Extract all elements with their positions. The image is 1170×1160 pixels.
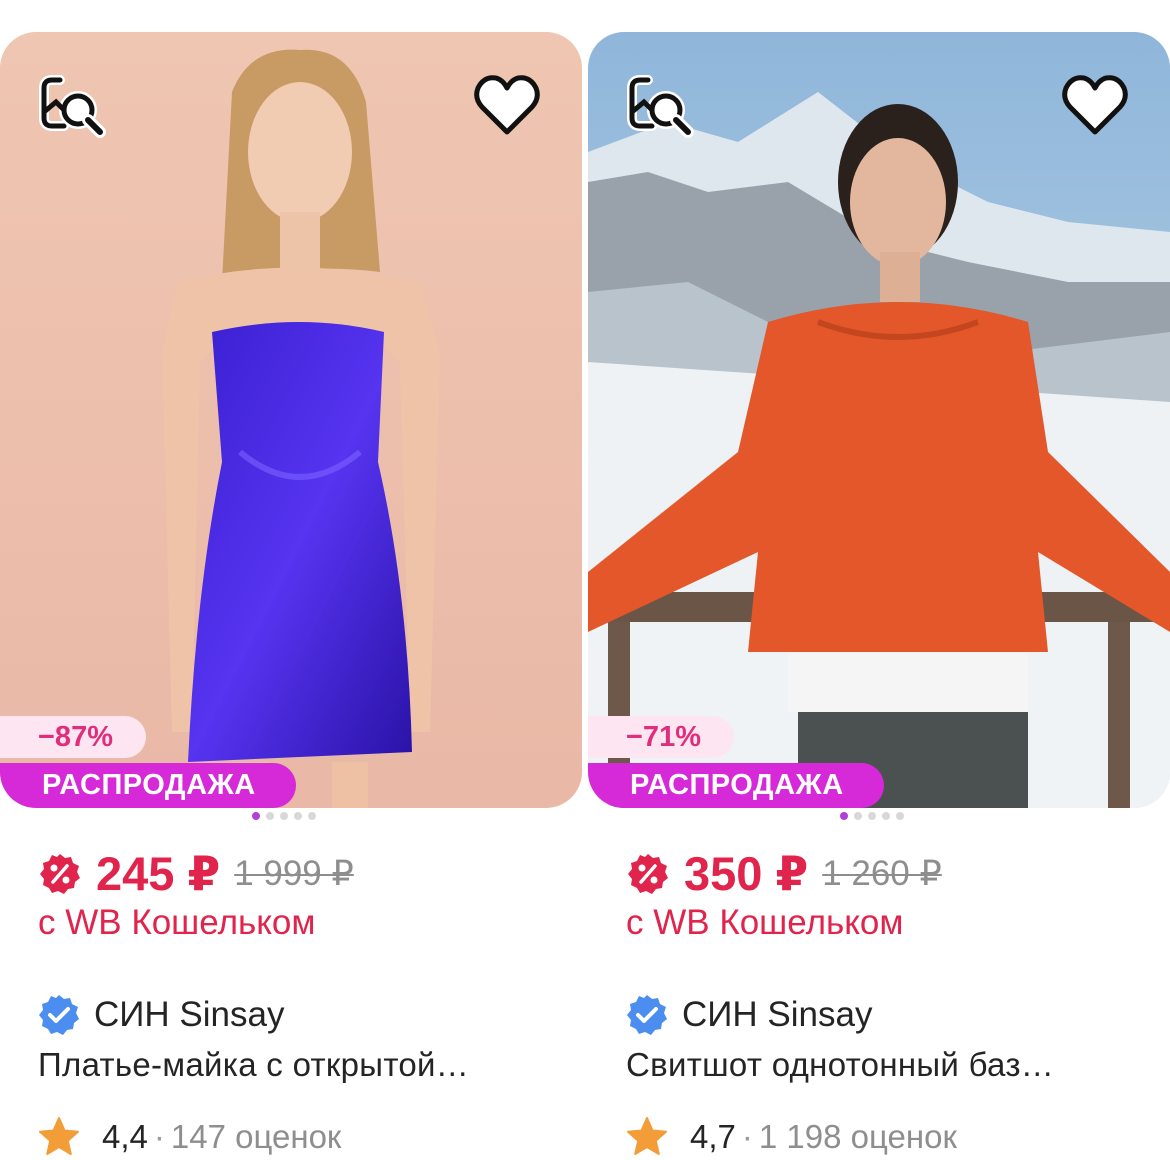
- rating-separator: ·: [741, 1118, 753, 1155]
- find-similar-button[interactable]: [626, 72, 696, 142]
- gallery-dots: [840, 812, 904, 822]
- price-old: 1 260 ₽: [822, 854, 942, 893]
- star-icon: [626, 1116, 668, 1158]
- gallery-dot: [854, 812, 862, 820]
- price-row: 350 ₽ 1 260 ₽: [626, 844, 942, 904]
- review-count: 1 198 оценок: [758, 1118, 957, 1155]
- wallet-discount-icon: [626, 852, 670, 896]
- gallery-dot: [896, 812, 904, 820]
- discount-badge: −87%: [0, 716, 146, 758]
- heart-icon: [474, 75, 540, 135]
- brand-name: СИН Sinsay: [94, 995, 285, 1034]
- price-row: 245 ₽ 1 999 ₽: [38, 844, 354, 904]
- rating-value: 4,7: [690, 1118, 736, 1155]
- rating-row[interactable]: 4,7 · 1 198 оценок: [626, 1114, 957, 1160]
- brand-row[interactable]: СИН Sinsay: [38, 992, 284, 1038]
- price-current: 245 ₽: [96, 847, 221, 900]
- product-photo[interactable]: −87% РАСПРОДАЖА: [0, 32, 582, 808]
- discount-badge: −71%: [588, 716, 734, 758]
- gallery-dot: [266, 812, 274, 820]
- price-current: 350 ₽: [684, 847, 809, 900]
- image-search-icon: [39, 75, 106, 138]
- product-card[interactable]: −87% РАСПРОДАЖА 245 ₽ 1 999 ₽ с WB Кошел…: [0, 32, 582, 1155]
- image-search-icon: [627, 75, 694, 138]
- price-old: 1 999 ₽: [234, 854, 354, 893]
- gallery-dot: [868, 812, 876, 820]
- gallery-dot-active: [840, 812, 848, 820]
- product-image-dress: [0, 32, 582, 808]
- wallet-price-label: с WB Кошельком: [626, 903, 904, 942]
- rating-row[interactable]: 4,4 · 147 оценок: [38, 1114, 341, 1160]
- rating-separator: ·: [153, 1118, 165, 1155]
- brand-row[interactable]: СИН Sinsay: [626, 992, 872, 1038]
- sale-badge: РАСПРОДАЖА: [0, 763, 296, 808]
- product-image-sweatshirt: [588, 32, 1170, 808]
- product-photo[interactable]: −71% РАСПРОДАЖА: [588, 32, 1170, 808]
- gallery-dot: [294, 812, 302, 820]
- heart-icon: [1062, 75, 1128, 135]
- product-name[interactable]: Платье-майка с открытой…: [38, 1046, 538, 1084]
- product-card[interactable]: −71% РАСПРОДАЖА 350 ₽ 1 260 ₽ с WB Кошел…: [588, 32, 1170, 1155]
- review-count: 147 оценок: [170, 1118, 342, 1155]
- gallery-dot: [308, 812, 316, 820]
- brand-name: СИН Sinsay: [682, 995, 873, 1034]
- sale-badge: РАСПРОДАЖА: [588, 763, 884, 808]
- gallery-dots: [252, 812, 316, 822]
- verified-check-icon: [38, 994, 80, 1036]
- gallery-dot: [280, 812, 288, 820]
- gallery-dot: [882, 812, 890, 820]
- verified-check-icon: [626, 994, 668, 1036]
- favorite-button[interactable]: [1060, 72, 1130, 142]
- product-name[interactable]: Свитшот однотонный баз…: [626, 1046, 1126, 1084]
- star-icon: [38, 1116, 80, 1158]
- rating-value: 4,4: [102, 1118, 148, 1155]
- gallery-dot-active: [252, 812, 260, 820]
- favorite-button[interactable]: [472, 72, 542, 142]
- find-similar-button[interactable]: [38, 72, 108, 142]
- wallet-discount-icon: [38, 852, 82, 896]
- wallet-price-label: с WB Кошельком: [38, 903, 316, 942]
